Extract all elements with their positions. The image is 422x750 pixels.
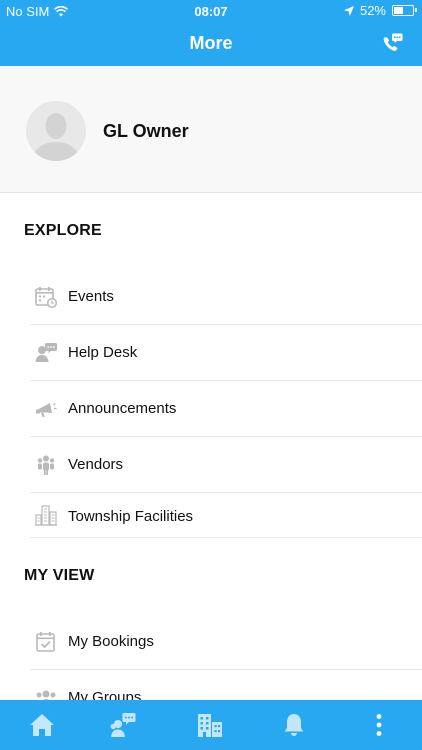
avatar-placeholder-icon [26, 101, 86, 161]
avatar[interactable] [26, 101, 86, 161]
battery-fill [394, 7, 403, 14]
phone-chat-icon[interactable] [380, 31, 404, 55]
home-icon[interactable] [28, 711, 56, 739]
section-title-explore: EXPLORE [24, 222, 102, 239]
tab-bar [0, 700, 422, 750]
nav-bar: More [0, 22, 422, 66]
status-right: 52% [343, 3, 417, 18]
profile-card[interactable]: GL Owner [0, 66, 422, 193]
menu-item-events[interactable]: Events [30, 269, 422, 325]
more-vertical-icon[interactable] [365, 711, 393, 739]
calendar-check-icon [36, 632, 55, 652]
menu-item-label: Events [68, 288, 114, 305]
profile-name: GL Owner [103, 121, 189, 141]
buildings-icon[interactable] [196, 711, 224, 739]
menu-item-label: Vendors [68, 456, 124, 473]
buildings-icon [35, 505, 57, 526]
community-chat-icon[interactable] [109, 711, 137, 739]
menu-item-label: My Bookings [68, 633, 154, 650]
menu-item-label: Announcements [68, 400, 177, 417]
bell-icon[interactable] [280, 711, 308, 739]
menu-item-help-desk[interactable]: Help Desk [30, 325, 422, 381]
section-title-my-view: MY VIEW [24, 567, 95, 584]
page-title: More [189, 33, 233, 53]
menu-item-label: Township Facilities [68, 508, 194, 525]
calendar-icon [35, 287, 58, 309]
menu-item-label: Help Desk [68, 344, 138, 361]
helpdesk-icon [35, 343, 57, 362]
location-arrow-icon [343, 5, 354, 16]
menu-item-my-bookings[interactable]: My Bookings [30, 614, 422, 670]
status-bar: No SIM 08:07 52% [0, 0, 422, 22]
battery-icon [392, 5, 417, 16]
vendors-icon [37, 455, 55, 475]
megaphone-icon [36, 402, 57, 417]
menu-item-announcements[interactable]: Announcements [30, 381, 422, 437]
battery-percent: 52% [359, 3, 386, 18]
menu-item-vendors[interactable]: Vendors [30, 437, 422, 493]
menu-item-township-facilities[interactable]: Township Facilities [30, 493, 422, 538]
